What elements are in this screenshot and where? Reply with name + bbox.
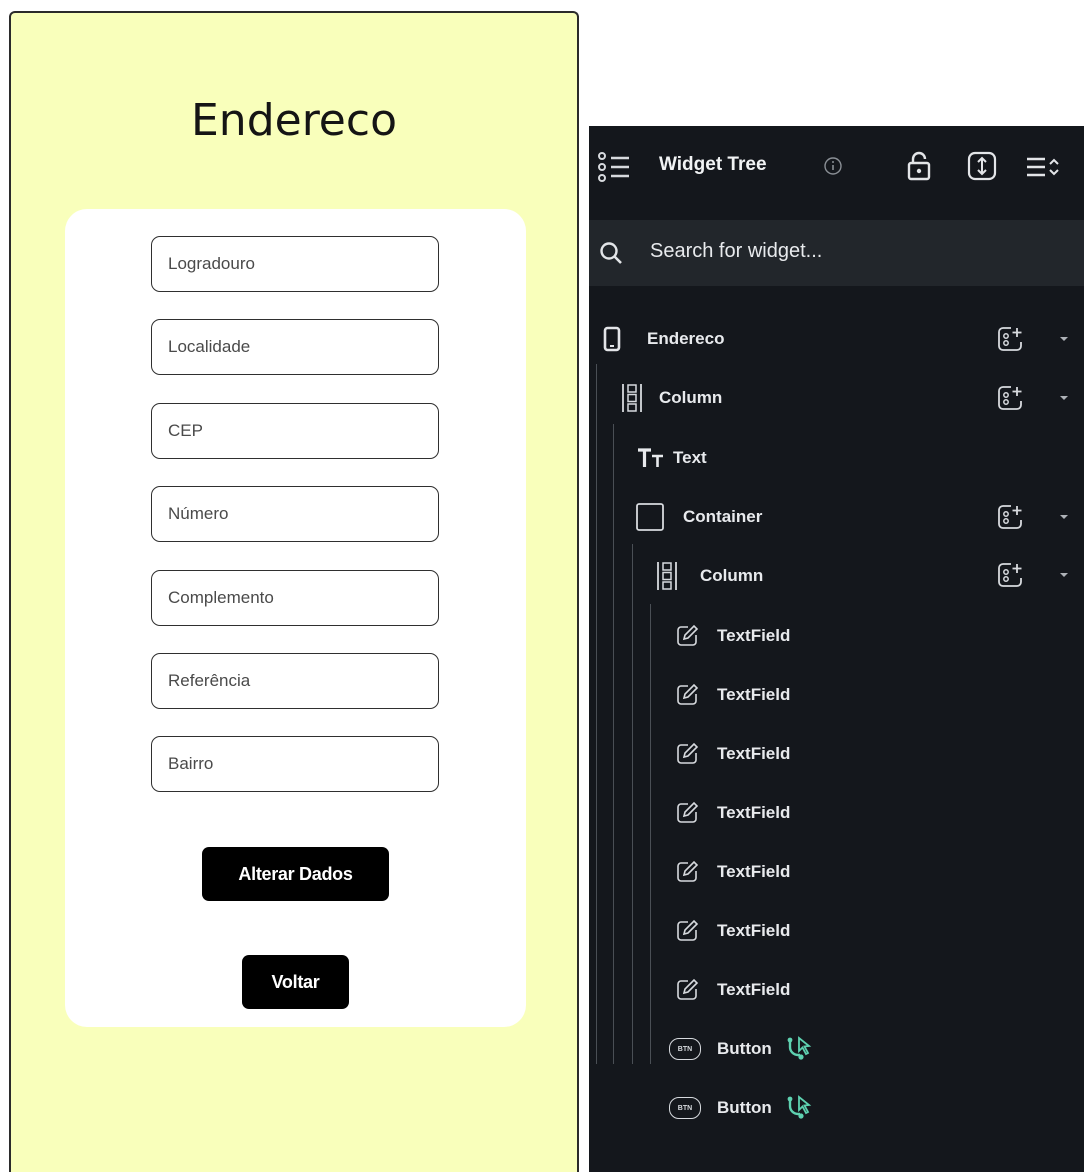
text-type-icon xyxy=(638,448,663,467)
tree-node-textfield[interactable]: TextField xyxy=(675,970,790,1010)
tree-node-text[interactable]: Text xyxy=(637,438,1067,478)
localidade-field[interactable]: Localidade xyxy=(151,319,439,375)
edit-field-icon xyxy=(677,742,699,764)
tree-node-label: TextField xyxy=(717,744,791,763)
tree-node-label: TextField xyxy=(717,685,791,704)
button-badge-icon: BTN xyxy=(669,1038,701,1060)
edit-field-icon xyxy=(677,801,699,823)
add-child-widget-icon[interactable] xyxy=(995,502,1025,532)
phone-icon xyxy=(603,326,621,352)
numero-field[interactable]: Número xyxy=(151,486,439,542)
chevron-down-icon[interactable] xyxy=(1060,396,1068,400)
tree-node-label: TextField xyxy=(717,862,791,881)
add-child-widget-icon[interactable] xyxy=(995,560,1025,590)
tree-node-label: TextField xyxy=(717,803,791,822)
panel-title: Widget Tree xyxy=(659,154,767,175)
chevron-down-icon[interactable] xyxy=(1060,515,1068,519)
info-icon[interactable] xyxy=(823,156,843,176)
bairro-field[interactable]: Bairro xyxy=(151,736,439,792)
action-flow-icon[interactable] xyxy=(786,1094,814,1122)
tree-guide-line xyxy=(632,544,633,1064)
panel-header: Widget Tree xyxy=(589,126,1084,212)
tree-guide-line xyxy=(596,364,597,1064)
complemento-field[interactable]: Complemento xyxy=(151,570,439,626)
widget-search-bar[interactable]: Search for widget... xyxy=(589,220,1084,286)
tree-node-label: Container xyxy=(683,507,763,526)
search-input[interactable]: Search for widget... xyxy=(650,240,822,263)
search-icon xyxy=(600,242,622,264)
edit-field-icon xyxy=(677,860,699,882)
add-child-widget-icon[interactable] xyxy=(995,324,1025,354)
page-title: Endereco xyxy=(191,95,397,146)
button-badge-icon: BTN xyxy=(669,1097,701,1119)
cep-field[interactable]: CEP xyxy=(151,403,439,459)
tree-node-textfield[interactable]: TextField xyxy=(675,852,790,892)
tree-node-label: Text xyxy=(673,448,707,467)
tree-node-label: Column xyxy=(700,566,764,585)
column-icon xyxy=(622,384,642,412)
tree-node-label: Endereco xyxy=(647,329,725,348)
edit-field-icon xyxy=(677,683,699,705)
logradouro-field[interactable]: Logradouro xyxy=(151,236,439,292)
tree-list-icon xyxy=(598,152,629,182)
add-child-widget-icon[interactable] xyxy=(995,383,1025,413)
alterar-dados-button[interactable]: Alterar Dados xyxy=(202,847,389,901)
action-flow-icon[interactable] xyxy=(786,1035,814,1063)
tree-node-textfield[interactable]: TextField xyxy=(675,734,790,774)
tree-guide-line xyxy=(613,424,614,1064)
phone-preview: Endereco Logradouro Localidade CEP Númer… xyxy=(9,11,579,1172)
tree-node-button[interactable]: BTN Button xyxy=(669,1029,814,1069)
tree-node-label: TextField xyxy=(717,921,791,940)
voltar-button[interactable]: Voltar xyxy=(242,955,349,1009)
tree-node-label: TextField xyxy=(717,980,791,999)
tree-node-label: Button xyxy=(717,1039,772,1058)
tree-guide-line xyxy=(650,604,651,1064)
tree-node-button[interactable]: BTN Button xyxy=(669,1088,814,1128)
edit-field-icon xyxy=(677,978,699,1000)
chevron-down-icon[interactable] xyxy=(1060,337,1068,341)
lock-icon[interactable] xyxy=(907,151,931,181)
chevron-down-icon[interactable] xyxy=(1060,573,1068,577)
tree-node-textfield[interactable]: TextField xyxy=(675,793,790,833)
tree-node-label: Button xyxy=(717,1098,772,1117)
column-icon xyxy=(657,562,677,590)
tree-node-textfield[interactable]: TextField xyxy=(675,675,790,715)
tree-node-label: Column xyxy=(659,388,723,407)
collapse-sort-icon[interactable] xyxy=(1025,155,1061,179)
tree-node-textfield[interactable]: TextField xyxy=(675,911,790,951)
tree-node-textfield[interactable]: TextField xyxy=(675,616,790,656)
form-container: Logradouro Localidade CEP Número Complem… xyxy=(65,209,526,1027)
referencia-field[interactable]: Referência xyxy=(151,653,439,709)
expand-vertical-icon[interactable] xyxy=(967,151,997,181)
tree-node-label: TextField xyxy=(717,626,791,645)
container-icon xyxy=(636,503,664,531)
widget-tree-panel: Widget Tree Search for widget... Enderec… xyxy=(589,126,1084,1172)
edit-field-icon xyxy=(677,624,699,646)
edit-field-icon xyxy=(677,919,699,941)
